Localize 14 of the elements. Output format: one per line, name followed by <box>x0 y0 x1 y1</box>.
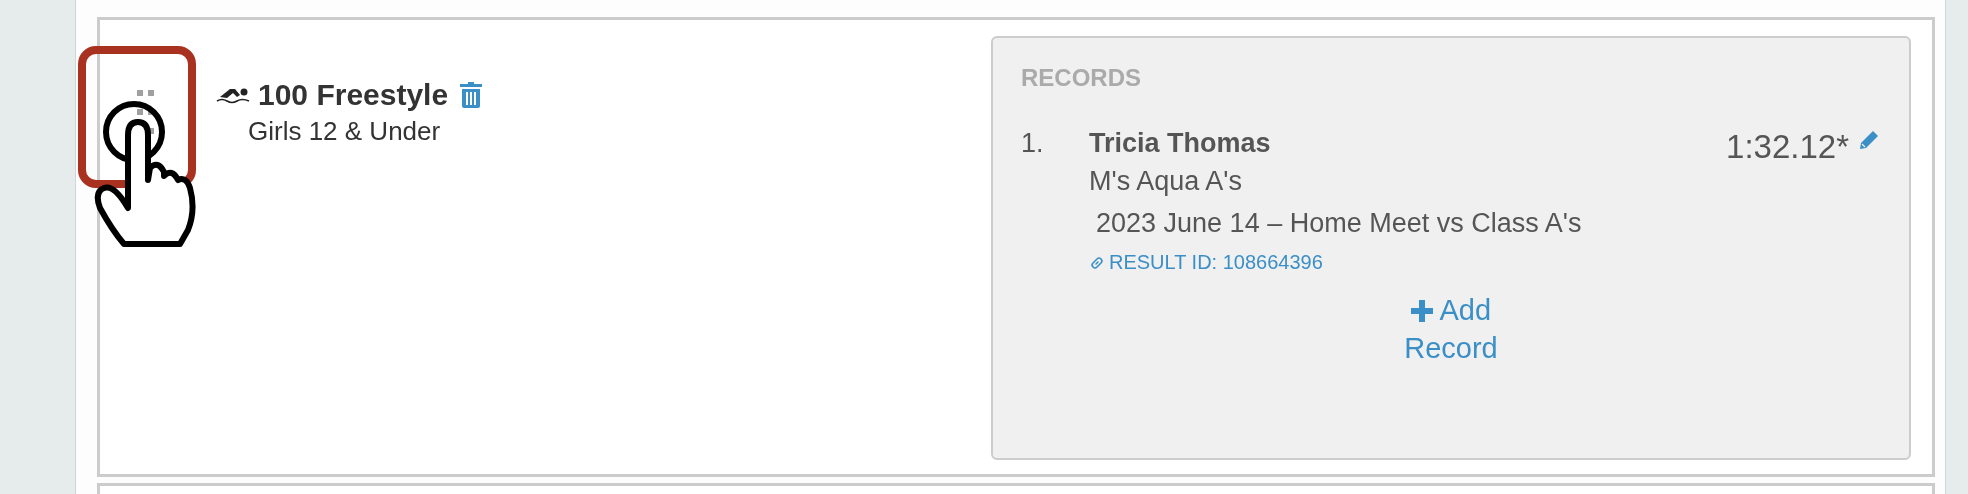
meet-name: 2023 June 14 – Home Meet vs Class A's <box>1095 207 1583 240</box>
link-icon <box>1089 254 1105 271</box>
swimmer-name: Tricia Thomas <box>1089 128 1272 159</box>
plus-icon <box>1410 300 1433 323</box>
record-rank: 1. <box>1021 128 1045 160</box>
add-record-button[interactable]: Add Record <box>1381 292 1521 368</box>
team-name: M's Aqua A's <box>1089 166 1243 197</box>
pencil-icon[interactable] <box>1857 128 1881 152</box>
trash-icon[interactable] <box>460 82 483 108</box>
record-time: 1:32.12* <box>1726 128 1849 166</box>
event-title: 100 Freestyle <box>258 78 449 112</box>
records-heading: RECORDS <box>1021 64 1142 92</box>
event-subtitle: Girls 12 & Under <box>248 116 442 147</box>
result-id-link[interactable]: RESULT ID: 108664396 <box>1089 251 1323 275</box>
